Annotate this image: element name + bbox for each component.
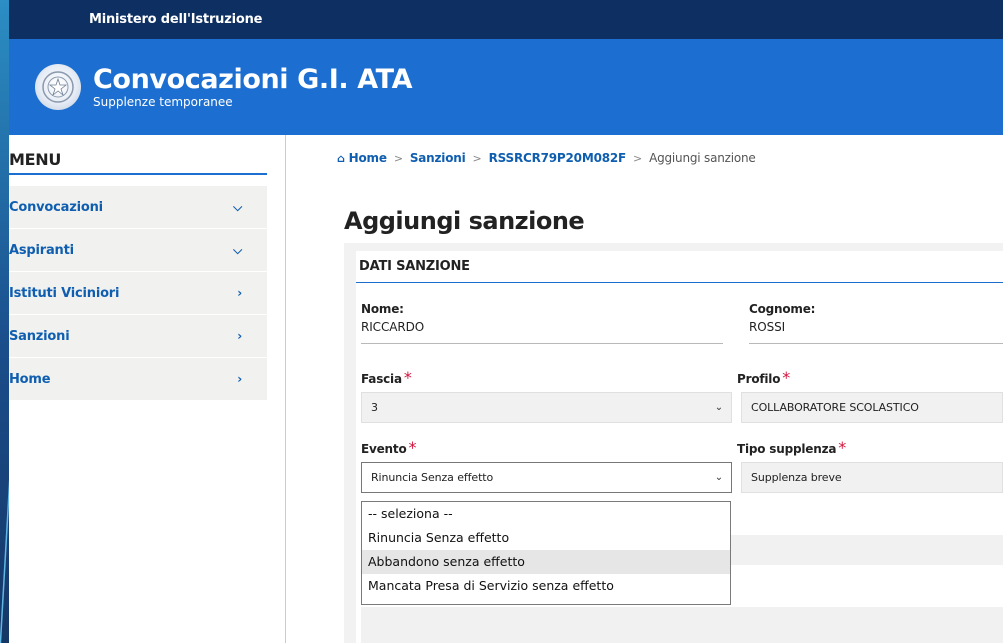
evento-option[interactable]: Mancata Presa di Servizio senza effetto <box>362 574 730 598</box>
required-mark: * <box>838 438 847 457</box>
sidebar-item-aspiranti[interactable]: Aspiranti ⌵ <box>9 229 267 272</box>
fascia-select[interactable]: 3 ⌄ <box>361 392 732 423</box>
fascia-selected-value: 3 <box>371 401 378 414</box>
section-title: DATI SANZIONE <box>356 251 1003 283</box>
profilo-label: Profilo <box>737 372 781 386</box>
evento-label-wrap: Evento * <box>361 438 416 457</box>
sidebar-item-sanzioni[interactable]: Sanzioni › <box>9 315 267 358</box>
required-mark: * <box>403 368 412 387</box>
breadcrumb-code[interactable]: RSSRCR79P20M082F <box>489 151 627 165</box>
menu-title: MENU <box>9 150 267 175</box>
page-title: Aggiungi sanzione <box>344 207 585 235</box>
sidebar-item-home[interactable]: Home › <box>9 358 267 401</box>
sidebar-item-istituti-viciniori[interactable]: Istituti Viciniori › <box>9 272 267 315</box>
cognome-field: Cognome: ROSSI <box>749 302 1003 344</box>
chevron-down-icon: ⌄ <box>714 472 723 483</box>
profilo-label-wrap: Profilo * <box>737 368 790 387</box>
evento-option[interactable]: -- seleziona -- <box>362 502 730 526</box>
breadcrumb-current: Aggiungi sanzione <box>649 151 756 165</box>
hidden-textarea[interactable] <box>361 607 1003 643</box>
sidebar-item-label: Sanzioni <box>9 328 70 344</box>
sidebar-item-label: Home <box>9 371 51 387</box>
site-header: Convocazioni G.I. ATA Supplenze temporan… <box>9 39 1003 135</box>
nome-field: Nome: RICCARDO <box>361 302 723 344</box>
header-text: Convocazioni G.I. ATA Supplenze temporan… <box>93 65 413 110</box>
chevron-down-icon: ⌵ <box>233 199 242 214</box>
evento-option-highlighted[interactable]: Abbandono senza effetto <box>362 550 730 574</box>
menu-list: Convocazioni ⌵ Aspiranti ⌵ Istituti Vici… <box>9 186 267 401</box>
cognome-underline <box>749 334 1003 344</box>
browser-page: Ministero dell'Istruzione Convocazioni G… <box>9 0 1003 643</box>
tipo-supplenza-select[interactable]: Supplenza breve <box>741 462 1003 493</box>
nome-underline <box>361 334 723 344</box>
breadcrumb-separator-icon: > <box>472 151 482 165</box>
profilo-selected-value: COLLABORATORE SCOLASTICO <box>751 401 919 414</box>
breadcrumb: ⌂ Home > Sanzioni > RSSRCR79P20M082F > A… <box>337 151 756 165</box>
home-icon: ⌂ <box>337 152 345 165</box>
chevron-right-icon: › <box>237 286 242 300</box>
sidebar-item-label: Istituti Viciniori <box>9 285 120 301</box>
evento-option[interactable]: Rinuncia Senza effetto <box>362 526 730 550</box>
sidebar-item-label: Convocazioni <box>9 199 103 215</box>
profilo-select[interactable]: COLLABORATORE SCOLASTICO <box>741 392 1003 423</box>
republic-emblem-icon[interactable] <box>35 64 81 110</box>
tipo-supplenza-selected-value: Supplenza breve <box>751 471 842 484</box>
sidebar-item-convocazioni[interactable]: Convocazioni ⌵ <box>9 186 267 229</box>
chevron-right-icon: › <box>237 372 242 386</box>
tipo-supplenza-label: Tipo supplenza <box>737 442 837 456</box>
breadcrumb-separator-icon: > <box>633 151 643 165</box>
chevron-right-icon: › <box>237 329 242 343</box>
evento-dropdown-list: -- seleziona -- Rinuncia Senza effetto A… <box>361 501 731 605</box>
required-mark: * <box>408 438 417 457</box>
breadcrumb-home-label: Home <box>348 151 387 165</box>
breadcrumb-separator-icon: > <box>393 151 403 165</box>
fascia-label-wrap: Fascia * <box>361 368 412 387</box>
sidebar: MENU Convocazioni ⌵ Aspiranti ⌵ Istituti… <box>9 135 286 643</box>
sidebar-item-label: Aspiranti <box>9 242 74 258</box>
app-subtitle: Supplenze temporanee <box>93 95 233 109</box>
evento-label: Evento <box>361 442 407 456</box>
tipo-label-wrap: Tipo supplenza * <box>737 438 846 457</box>
cognome-value: ROSSI <box>749 320 786 334</box>
nome-label: Nome: <box>361 302 404 316</box>
app-title[interactable]: Convocazioni G.I. ATA <box>93 65 413 95</box>
evento-select[interactable]: Rinuncia Senza effetto ⌄ <box>361 462 732 493</box>
breadcrumb-home[interactable]: ⌂ Home <box>337 151 387 165</box>
chevron-down-icon: ⌄ <box>714 402 723 413</box>
cognome-label: Cognome: <box>749 302 816 316</box>
breadcrumb-sanzioni[interactable]: Sanzioni <box>410 151 466 165</box>
ministry-name[interactable]: Ministero dell'Istruzione <box>89 12 262 27</box>
evento-selected-value: Rinuncia Senza effetto <box>371 471 494 484</box>
fascia-label: Fascia <box>361 372 402 386</box>
chevron-down-icon: ⌵ <box>233 242 242 257</box>
nome-value: RICCARDO <box>361 320 425 334</box>
ministry-bar: Ministero dell'Istruzione <box>9 0 1003 39</box>
required-mark: * <box>782 368 791 387</box>
